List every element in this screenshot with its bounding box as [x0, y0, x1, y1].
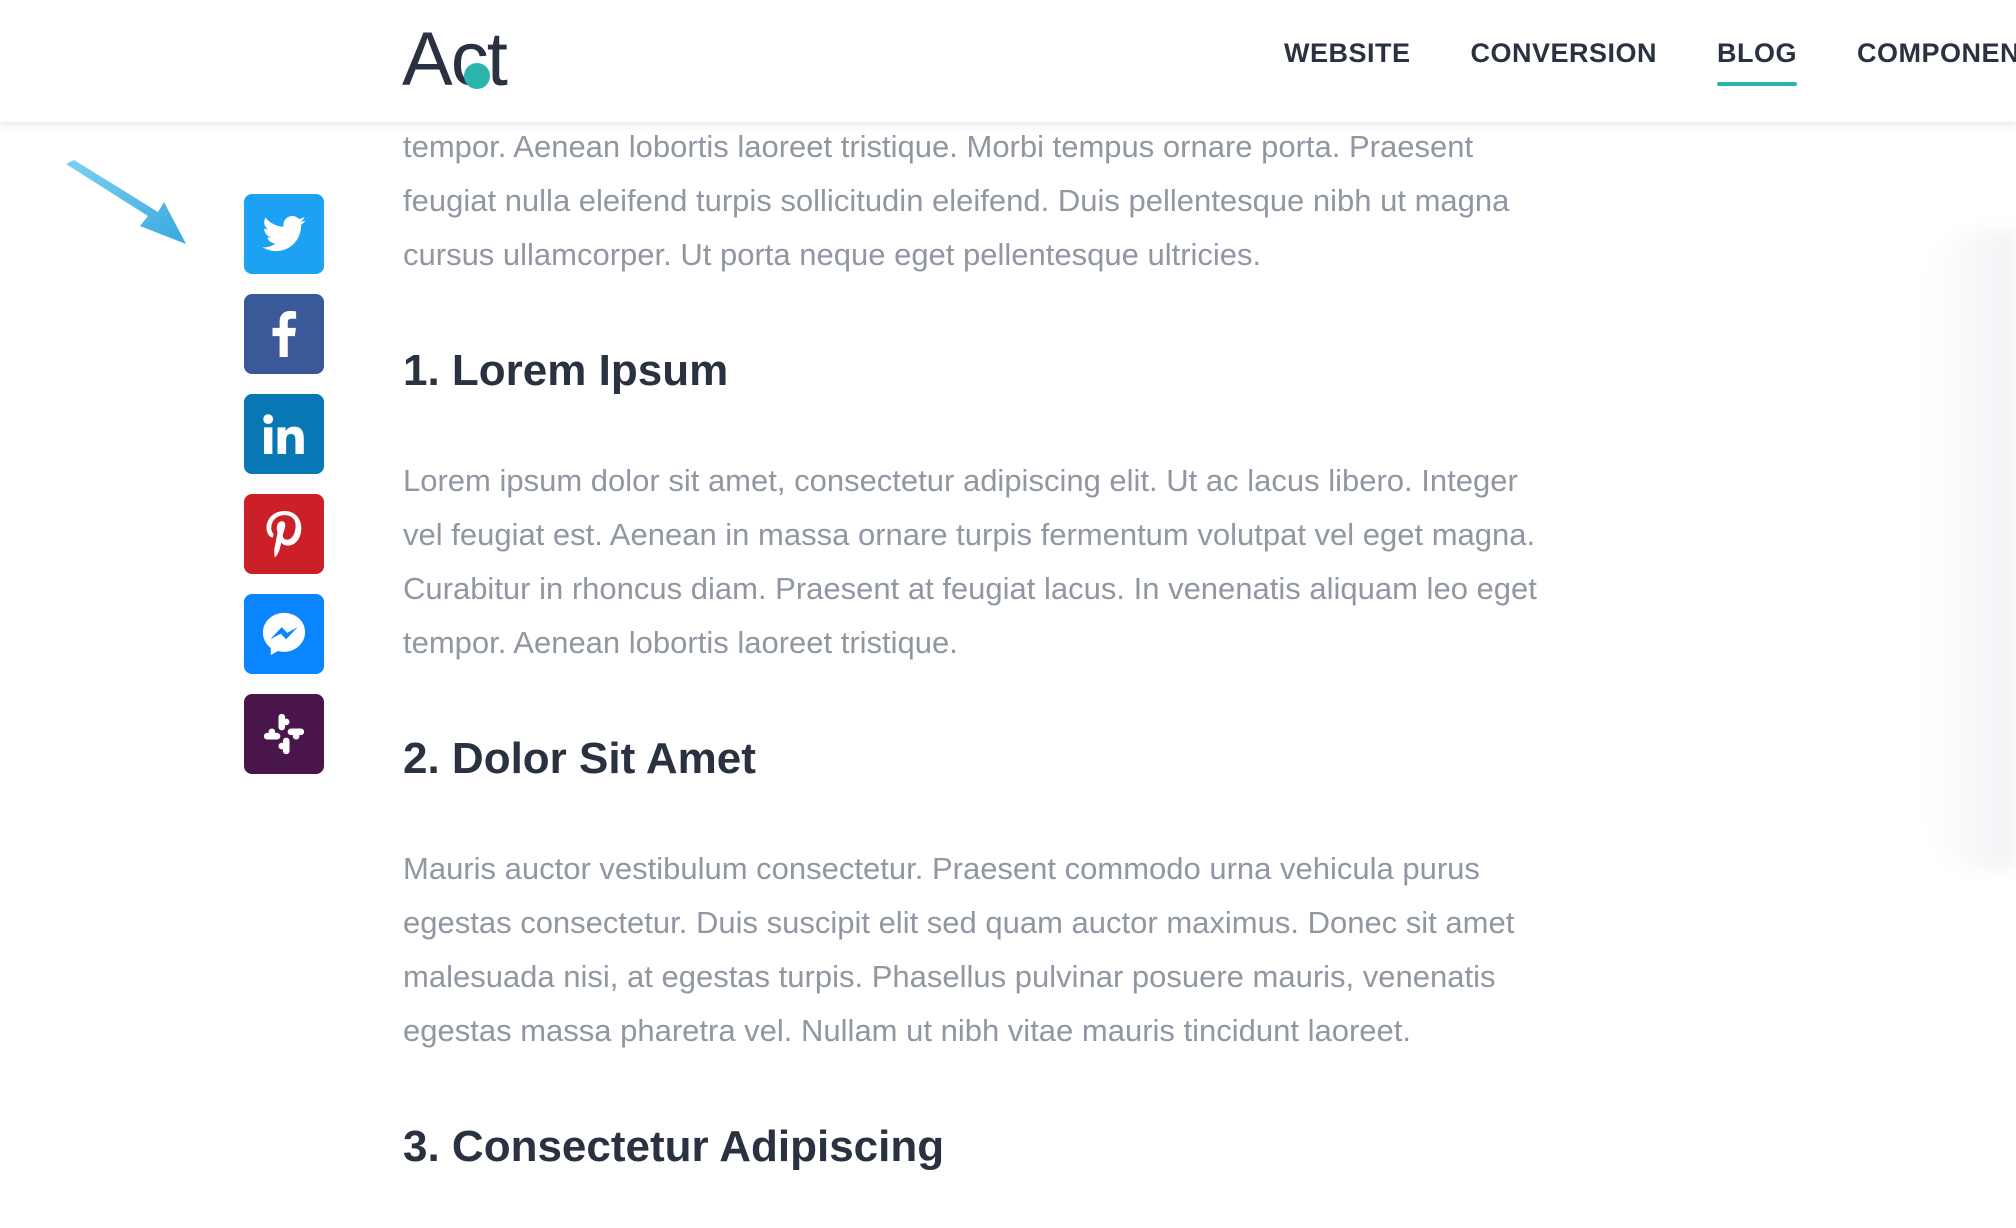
share-messenger-button[interactable]	[244, 594, 324, 674]
site-header: Act WEBSITE CONVERSION BLOG COMPONEN	[0, 0, 2016, 123]
share-linkedin-button[interactable]	[244, 394, 324, 474]
text-line: tempor. Aenean lobortis laoreet tristiqu…	[403, 625, 958, 660]
text-line: Mauris auctor vestibulum consectetur. Pr…	[403, 851, 1480, 886]
section-heading: 1. Lorem Ipsum	[403, 346, 729, 395]
nav-item-blog[interactable]: BLOG	[1717, 38, 1798, 86]
messenger-icon	[262, 612, 306, 656]
logo-dot	[464, 63, 490, 89]
text-line: egestas consectetur. Duis suscipit elit …	[403, 905, 1515, 940]
intro-paragraph: tempor. Aenean lobortis laoreet tristiqu…	[403, 120, 1783, 282]
nav-item-components[interactable]: COMPONEN	[1857, 38, 2016, 82]
share-twitter-button[interactable]	[244, 194, 324, 274]
text-line: Lorem ipsum dolor sit amet, consectetur …	[403, 463, 1518, 498]
nav-item-conversion[interactable]: CONVERSION	[1471, 38, 1658, 82]
text-line: malesuada nisi, at egestas turpis. Phase…	[403, 959, 1496, 994]
section-heading: 3. Consectetur Adipiscing	[403, 1122, 945, 1171]
text-line: tempor. Aenean lobortis laoreet tristiqu…	[403, 129, 1474, 164]
text-line: feugiat nulla eleifend turpis sollicitud…	[403, 183, 1510, 218]
logo[interactable]: Act	[402, 17, 508, 102]
text-line: vel feugiat est. Aenean in massa ornare …	[403, 517, 1536, 552]
text-line: Curabitur in rhoncus diam. Praesent at f…	[403, 571, 1537, 606]
share-slack-button[interactable]	[244, 694, 324, 774]
section-paragraph: Mauris auctor vestibulum consectetur. Pr…	[403, 842, 1783, 1058]
share-pinterest-button[interactable]	[244, 494, 324, 574]
nav-item-website[interactable]: WEBSITE	[1284, 38, 1411, 82]
text-line: egestas massa pharetra vel. Nullam ut ni…	[403, 1013, 1411, 1048]
slack-icon	[263, 713, 305, 755]
linkedin-icon	[263, 414, 304, 454]
pinterest-icon	[266, 511, 302, 557]
social-share-bar	[244, 194, 324, 774]
annotation-arrow-icon	[66, 160, 186, 244]
section-heading: 2. Dolor Sit Amet	[403, 734, 756, 783]
scroll-edge-shadow	[1926, 230, 2016, 870]
facebook-icon	[272, 311, 297, 357]
share-facebook-button[interactable]	[244, 294, 324, 374]
main-nav: WEBSITE CONVERSION BLOG COMPONEN	[1284, 38, 2016, 86]
logo-text: Act	[402, 17, 508, 102]
text-line: cursus ullamcorper. Ut porta neque eget …	[403, 237, 1262, 272]
section-paragraph: Lorem ipsum dolor sit amet, consectetur …	[403, 454, 1783, 670]
twitter-icon	[262, 216, 306, 252]
